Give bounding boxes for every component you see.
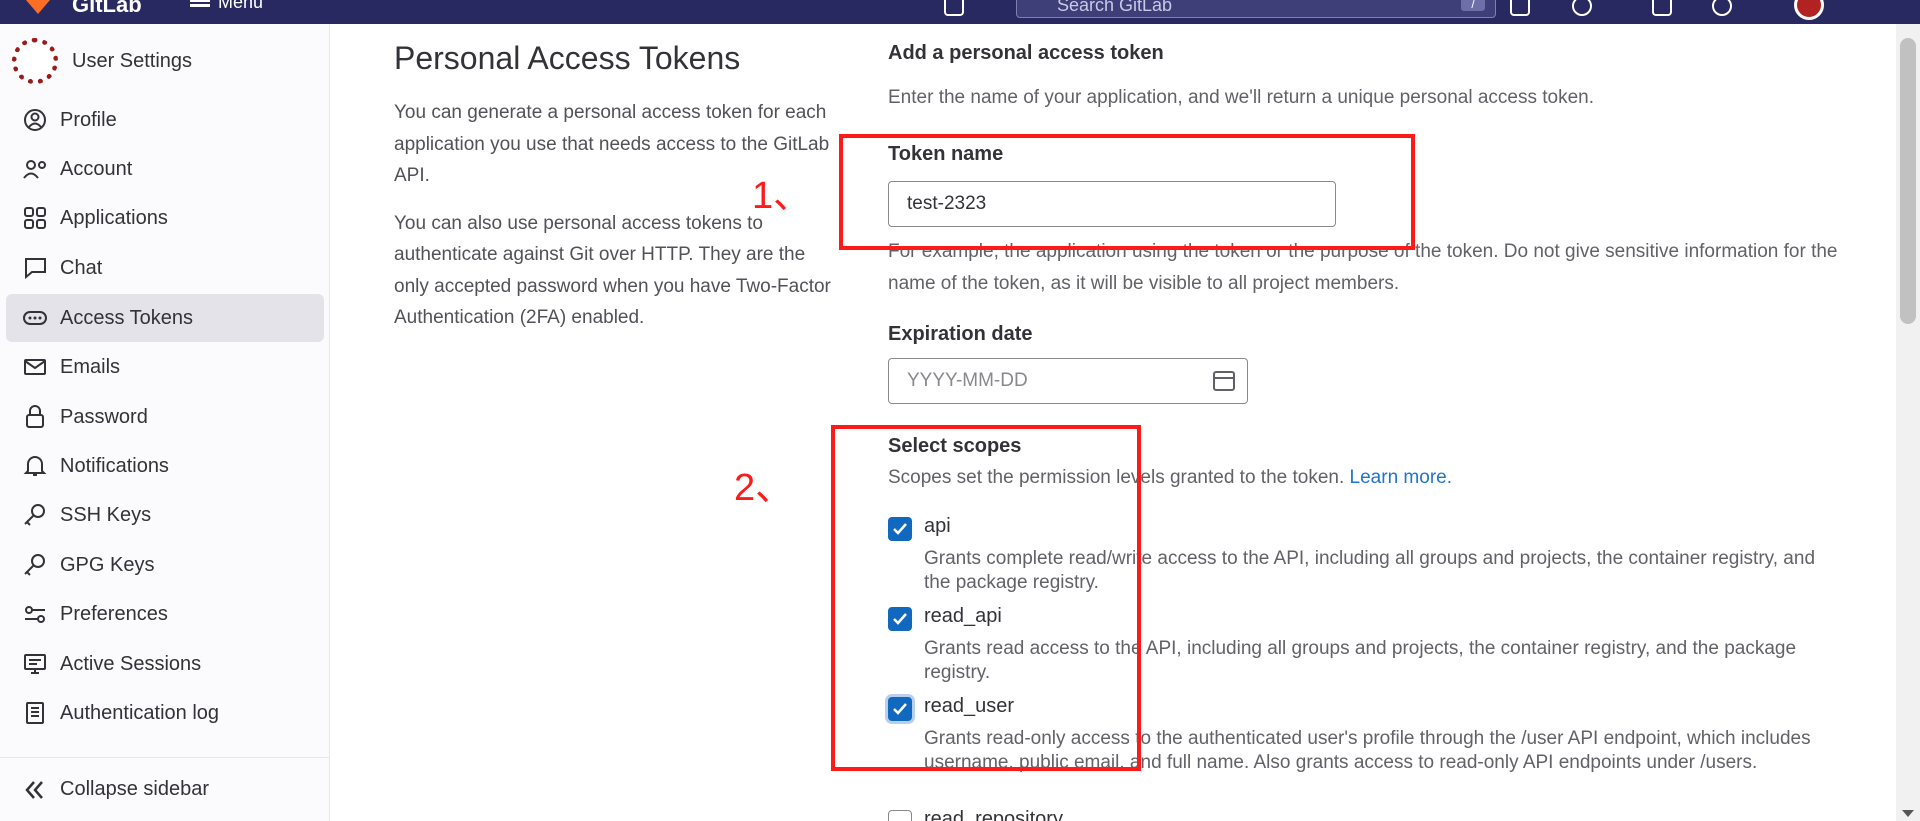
chat-icon [22, 255, 48, 281]
learn-more-link[interactable]: Learn more. [1350, 467, 1452, 488]
form-intro: Enter the name of your application, and … [888, 87, 1594, 108]
key-icon [22, 552, 48, 578]
top-navigation-bar: GitLab Menu Search GitLab / [0, 0, 1920, 24]
sidebar-item-label: Account [60, 157, 133, 180]
scrollbar-thumb[interactable] [1900, 38, 1916, 324]
sidebar-item-label: Chat [60, 256, 103, 279]
sidebar-item-preferences[interactable]: Preferences [6, 590, 324, 638]
sidebar-item-ssh-keys[interactable]: SSH Keys [6, 491, 324, 539]
emails-icon [22, 354, 48, 380]
double-chevron-left-icon [22, 777, 48, 803]
todos-icon[interactable] [1652, 0, 1672, 16]
sidebar-item-account[interactable]: Account [6, 145, 324, 193]
preferences-icon [22, 601, 48, 627]
expiration-date-input[interactable]: YYYY-MM-DD [888, 358, 1248, 404]
form-heading: Add a personal access token [888, 42, 1164, 64]
menu-button[interactable]: Menu [190, 0, 263, 13]
sidebar-item-label: Access Tokens [60, 306, 194, 329]
sidebar-item-label: SSH Keys [60, 503, 152, 526]
sidebar-item-applications[interactable]: Applications [6, 194, 324, 242]
sidebar-header[interactable]: User Settings [12, 36, 192, 86]
search-placeholder: Search GitLab [1057, 0, 1173, 15]
sidebar-item-label: Applications [60, 206, 168, 229]
sidebar-item-authentication-log[interactable]: Authentication log [6, 689, 324, 737]
calendar-icon[interactable] [1213, 371, 1235, 391]
sidebar-item-label: Active Sessions [60, 652, 202, 675]
profile-icon [22, 107, 48, 133]
user-avatar[interactable] [1794, 0, 1824, 20]
search-shortcut: / [1461, 0, 1485, 11]
search-input[interactable]: Search GitLab / [1016, 0, 1496, 18]
user-avatar [12, 38, 58, 84]
monitor-icon [22, 651, 48, 677]
annotation-label: 1、 [752, 175, 812, 217]
scroll-down-arrow-icon[interactable] [1902, 810, 1914, 817]
scope-name: read_repository [924, 808, 1063, 821]
lock-icon [22, 404, 48, 430]
sidebar-item-label: Preferences [60, 602, 168, 625]
page-scrollbar[interactable] [1896, 24, 1920, 821]
collapse-sidebar-label: Collapse sidebar [60, 778, 209, 800]
issues-icon[interactable] [1510, 0, 1530, 16]
sidebar-item-active-sessions[interactable]: Active Sessions [6, 640, 324, 688]
page-title: Personal Access Tokens [394, 40, 741, 76]
annotation-box-token-name [839, 134, 1415, 250]
sidebar-item-notifications[interactable]: Notifications [6, 442, 324, 490]
sidebar-item-label: Emails [60, 355, 121, 378]
gitlab-logo-icon[interactable] [24, 0, 52, 14]
sidebar-title: User Settings [72, 49, 193, 72]
annotation-box-scopes [831, 425, 1141, 771]
help-icon[interactable] [1712, 0, 1732, 16]
sidebar-item-label: Password [60, 405, 148, 428]
menu-label: Menu [218, 0, 264, 12]
log-icon [22, 700, 48, 726]
sidebar-item-label: Notifications [60, 454, 169, 477]
sidebar-item-password[interactable]: Password [6, 393, 324, 441]
settings-sidebar: User Settings Profile Account Applicatio… [0, 24, 330, 821]
collapse-sidebar-button[interactable]: Collapse sidebar [0, 757, 330, 821]
menu-icon [190, 0, 210, 8]
access-tokens-icon [22, 305, 48, 331]
expiration-date-label: Expiration date [888, 323, 1033, 345]
brand-name[interactable]: GitLab [72, 0, 142, 18]
sidebar-item-access-tokens[interactable]: Access Tokens [6, 294, 324, 342]
sidebar-item-emails[interactable]: Emails [6, 343, 324, 391]
intro-paragraph: You can also use personal access tokens … [394, 212, 831, 329]
key-icon [22, 502, 48, 528]
bell-icon [22, 453, 48, 479]
sidebar-item-label: Authentication log [60, 701, 220, 724]
sidebar-item-label: GPG Keys [60, 553, 155, 576]
account-icon [22, 156, 48, 182]
sidebar-item-label: Profile [60, 108, 117, 131]
read-repository-checkbox[interactable] [888, 810, 912, 821]
expiration-date-placeholder: YYYY-MM-DD [907, 370, 1028, 391]
merge-requests-icon[interactable] [1572, 0, 1592, 16]
sidebar-item-chat[interactable]: Chat [6, 244, 324, 292]
sidebar-item-profile[interactable]: Profile [6, 96, 324, 144]
applications-icon [22, 205, 48, 231]
sidebar-item-gpg-keys[interactable]: GPG Keys [6, 541, 324, 589]
annotation-label: 2、 [734, 467, 794, 509]
create-new-icon[interactable] [944, 0, 964, 16]
